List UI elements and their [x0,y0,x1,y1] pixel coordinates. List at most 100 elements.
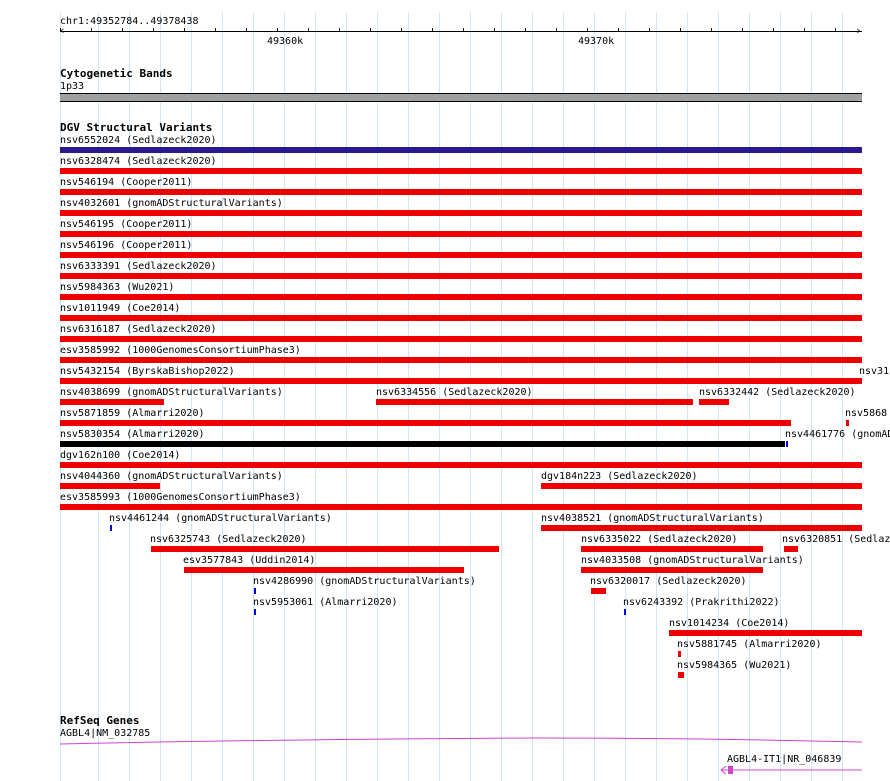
dgv-feature-bar[interactable] [60,294,862,300]
dgv-feature-bar[interactable] [591,588,606,594]
cytoband-bar[interactable] [60,93,862,102]
dgv-feature-bar[interactable] [60,231,862,237]
dgv-feature-label[interactable]: nsv6334556 (Sedlazeck2020) [376,387,533,398]
gene-agbl4-it1-glyph[interactable] [718,764,862,776]
ruler-minor-tick [587,28,588,32]
dgv-feature-label[interactable]: nsv5984363 (Wu2021) [60,282,174,293]
dgv-feature-label[interactable]: nsv4286990 (gnomADStructuralVariants) [253,576,476,587]
dgv-feature-label[interactable]: nsv5868 [845,408,887,419]
dgv-feature-bar[interactable] [60,462,862,468]
ruler-minor-tick [60,28,61,32]
dgv-feature-bar[interactable] [376,399,693,405]
dgv-feature-bar[interactable] [859,378,862,384]
dgv-feature-label[interactable]: nsv6243392 (Prakrithi2022) [623,597,780,608]
dgv-feature-bar[interactable] [60,336,862,342]
dgv-feature-bar[interactable] [60,420,791,426]
dgv-feature-bar[interactable] [541,525,862,531]
ruler-minor-tick [742,28,743,32]
dgv-feature-bar[interactable] [60,315,862,321]
dgv-feature-bar[interactable] [60,147,862,153]
ruler-minor-tick [525,28,526,32]
dgv-feature-label[interactable]: nsv4032601 (gnomADStructuralVariants) [60,198,283,209]
ruler-minor-tick [773,28,774,32]
dgv-feature-label[interactable]: esv3585993 (1000GenomesConsortiumPhase3) [60,492,301,503]
dgv-feature-label[interactable]: nsv546194 (Cooper2011) [60,177,192,188]
ruler-minor-tick [463,28,464,32]
dgv-feature-bar[interactable] [254,609,256,615]
ruler-minor-tick [339,28,340,32]
ruler-minor-tick [370,28,371,32]
dgv-feature-bar[interactable] [786,441,788,447]
dgv-feature-label[interactable]: nsv1014234 (Coe2014) [669,618,789,629]
dgv-feature-label[interactable]: nsv5984365 (Wu2021) [677,660,791,671]
dgv-feature-label[interactable]: nsv5432154 (ByrskaBishop2022) [60,366,235,377]
dgv-feature-bar[interactable] [678,651,681,657]
dgv-feature-bar[interactable] [60,189,862,195]
dgv-feature-bar[interactable] [581,546,763,552]
ruler-minor-tick [835,28,836,32]
dgv-feature-bar[interactable] [60,210,862,216]
dgv-feature-bar[interactable] [60,441,785,447]
ruler-tick-label: 49370k [578,36,615,47]
dgv-feature-label[interactable]: nsv5871859 (Almarri2020) [60,408,205,419]
dgv-feature-label[interactable]: nsv6333391 (Sedlazeck2020) [60,261,217,272]
dgv-feature-label[interactable]: nsv6328474 (Sedlazeck2020) [60,156,217,167]
refseq-track-title: RefSeq Genes [60,714,140,727]
dgv-feature-label[interactable]: nsv6332442 (Sedlazeck2020) [699,387,856,398]
dgv-feature-label[interactable]: esv3577843 (Uddin2014) [183,555,315,566]
ruler-minor-tick [153,28,154,32]
dgv-feature-bar[interactable] [60,378,862,384]
dgv-feature-label[interactable]: nsv4044360 (gnomADStructuralVariants) [60,471,283,482]
ruler-minor-tick [308,28,309,32]
dgv-feature-bar[interactable] [60,252,862,258]
dgv-feature-label[interactable]: nsv5953061 (Almarri2020) [253,597,398,608]
dgv-feature-label[interactable]: nsv4461776 (gnomAD [785,429,890,440]
dgv-feature-bar[interactable] [699,399,729,405]
dgv-feature-bar[interactable] [669,630,862,636]
dgv-feature-bar[interactable] [110,525,112,531]
dgv-feature-label[interactable]: nsv6325743 (Sedlazeck2020) [150,534,307,545]
dgv-feature-label[interactable]: nsv4038521 (gnomADStructuralVariants) [541,513,764,524]
dgv-feature-label[interactable]: nsv6552024 (Sedlazeck2020) [60,135,217,146]
ruler-end-arrow[interactable]: › [855,25,862,36]
dgv-feature-bar[interactable] [581,567,763,573]
dgv-feature-bar[interactable] [60,504,862,510]
gene-agbl4-glyph[interactable] [60,736,862,748]
dgv-feature-bar[interactable] [254,588,256,594]
dgv-feature-bar[interactable] [151,546,499,552]
dgv-feature-bar[interactable] [60,483,160,489]
dgv-feature-bar[interactable] [784,546,798,552]
dgv-feature-label[interactable]: dgv184n223 (Sedlazeck2020) [541,471,698,482]
dgv-feature-bar[interactable] [541,483,862,489]
ruler-minor-tick [680,28,681,32]
cytoband-label: 1p33 [60,81,85,92]
dgv-feature-bar[interactable] [846,420,849,426]
ruler-minor-tick [401,28,402,32]
dgv-feature-label[interactable]: esv3585992 (1000GenomesConsortiumPhase3) [60,345,301,356]
dgv-feature-bar[interactable] [624,609,626,615]
ruler-minor-tick [184,28,185,32]
dgv-feature-label[interactable]: nsv1011949 (Coe2014) [60,303,180,314]
dgv-feature-label[interactable]: nsv6335022 (Sedlazeck2020) [581,534,738,545]
dgv-feature-label[interactable]: dgv162n100 (Coe2014) [60,450,180,461]
dgv-feature-label[interactable]: nsv5830354 (Almarri2020) [60,429,205,440]
dgv-feature-bar[interactable] [184,567,464,573]
ruler-coords: chr1:49352784..49378438 [60,16,199,27]
dgv-feature-bar[interactable] [60,357,862,363]
dgv-feature-label[interactable]: nsv5881745 (Almarri2020) [677,639,822,650]
dgv-feature-bar[interactable] [678,672,684,678]
dgv-feature-label[interactable]: nsv4038699 (gnomADStructuralVariants) [60,387,283,398]
dgv-feature-bar[interactable] [60,273,862,279]
grid-line [563,12,564,781]
dgv-feature-label[interactable]: nsv4033508 (gnomADStructuralVariants) [581,555,804,566]
ruler-minor-tick [432,28,433,32]
dgv-feature-label[interactable]: nsv6316187 (Sedlazeck2020) [60,324,217,335]
dgv-feature-bar[interactable] [60,399,164,405]
dgv-feature-bar[interactable] [60,168,862,174]
dgv-feature-label[interactable]: nsv546195 (Cooper2011) [60,219,192,230]
dgv-feature-label[interactable]: nsv546196 (Cooper2011) [60,240,192,251]
dgv-feature-label[interactable]: nsv31 [859,366,889,377]
dgv-feature-label[interactable]: nsv6320851 (Sedlaz [782,534,890,545]
dgv-feature-label[interactable]: nsv4461244 (gnomADStructuralVariants) [109,513,332,524]
dgv-feature-label[interactable]: nsv6320017 (Sedlazeck2020) [590,576,747,587]
